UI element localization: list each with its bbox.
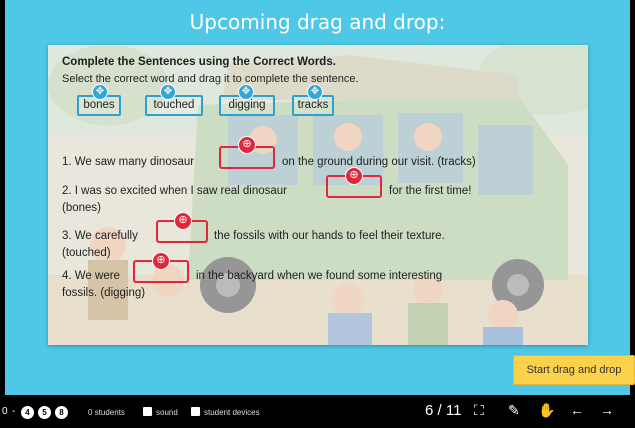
target-icon[interactable]: ⊕ bbox=[345, 167, 363, 185]
sentence-4-hint: fossils. (digging) bbox=[62, 287, 146, 299]
sound-label: sound bbox=[156, 408, 178, 417]
word-label: bones bbox=[83, 99, 115, 111]
sentence-1: 1. We saw many dinosaur bbox=[62, 154, 194, 171]
sentence-4: 4. We were bbox=[62, 270, 120, 282]
sentence-1-after: on the ground during our visit. (tracks) bbox=[282, 156, 476, 168]
sentence-4-after: in the backyard when we found some inter… bbox=[196, 270, 443, 282]
target-icon[interactable]: ⊕ bbox=[152, 252, 170, 270]
slide-stage: Upcoming drag and drop: Complete the Sen… bbox=[5, 0, 635, 395]
target-icon[interactable]: ⊕ bbox=[174, 212, 192, 230]
word-label: touched bbox=[153, 99, 195, 111]
badge-count: 4 bbox=[21, 406, 34, 419]
sound-checkbox[interactable] bbox=[143, 407, 152, 416]
slide-title: Upcoming drag and drop: bbox=[189, 10, 446, 34]
sentence-2: 2. I was so excited when I saw real dino… bbox=[62, 185, 288, 197]
sentence-text-before: 1. We saw many dinosaur bbox=[62, 156, 195, 168]
word-tile-touched[interactable]: touched ✥ bbox=[145, 84, 203, 116]
page-indicator: 6 / 11 bbox=[425, 402, 462, 419]
word-label: digging bbox=[228, 99, 266, 111]
arrow-right-icon[interactable]: → bbox=[600, 402, 614, 418]
count-zero: 0 bbox=[2, 406, 8, 417]
presenter-toolbar: 0 - 4 5 8 0 students sound student devic… bbox=[0, 398, 635, 428]
raise-hand-icon[interactable]: ✋ bbox=[538, 402, 555, 419]
move-icon[interactable]: ✥ bbox=[160, 84, 176, 100]
move-icon[interactable]: ✥ bbox=[307, 84, 323, 100]
word-label: tracks bbox=[297, 99, 329, 111]
drop-zone-2[interactable]: ⊕ bbox=[326, 167, 382, 198]
word-tile-digging[interactable]: digging ✥ bbox=[219, 84, 275, 116]
move-icon[interactable]: ✥ bbox=[92, 84, 108, 100]
sentence-3: 3. We carefully bbox=[62, 230, 138, 242]
badge-count: 8 bbox=[55, 406, 68, 419]
sentence-2-hint: (bones) bbox=[62, 202, 101, 214]
move-icon[interactable]: ✥ bbox=[238, 84, 254, 100]
drop-zone-1[interactable]: ⊕ bbox=[219, 136, 275, 169]
students-count: 0 students bbox=[88, 408, 125, 417]
student-devices-checkbox[interactable] bbox=[191, 407, 200, 416]
arrow-left-icon[interactable]: ← bbox=[570, 402, 584, 418]
word-tile-tracks[interactable]: tracks ✥ bbox=[292, 84, 334, 116]
sentence-3-hint: (touched) bbox=[62, 247, 111, 259]
count-dash: - bbox=[12, 406, 16, 417]
activity-card: Complete the Sentences using the Correct… bbox=[48, 45, 588, 345]
pen-icon[interactable]: ✎ bbox=[508, 402, 520, 419]
sentence-2-after: for the first time! bbox=[389, 185, 472, 197]
start-drag-drop-button[interactable]: Start drag and drop bbox=[513, 355, 635, 385]
fullscreen-icon[interactable]: ⛶ bbox=[474, 402, 484, 419]
badge-count: 5 bbox=[38, 406, 51, 419]
drop-zone-3[interactable]: ⊕ bbox=[156, 212, 208, 243]
word-tile-bones[interactable]: bones ✥ bbox=[77, 84, 121, 116]
sentence-3-after: the fossils with our hands to feel their… bbox=[214, 230, 445, 242]
student-devices-label: student devices bbox=[204, 408, 260, 417]
target-icon[interactable]: ⊕ bbox=[238, 136, 256, 154]
drop-zone-4[interactable]: ⊕ bbox=[133, 252, 189, 283]
exercise-heading: Complete the Sentences using the Correct… bbox=[62, 56, 336, 68]
